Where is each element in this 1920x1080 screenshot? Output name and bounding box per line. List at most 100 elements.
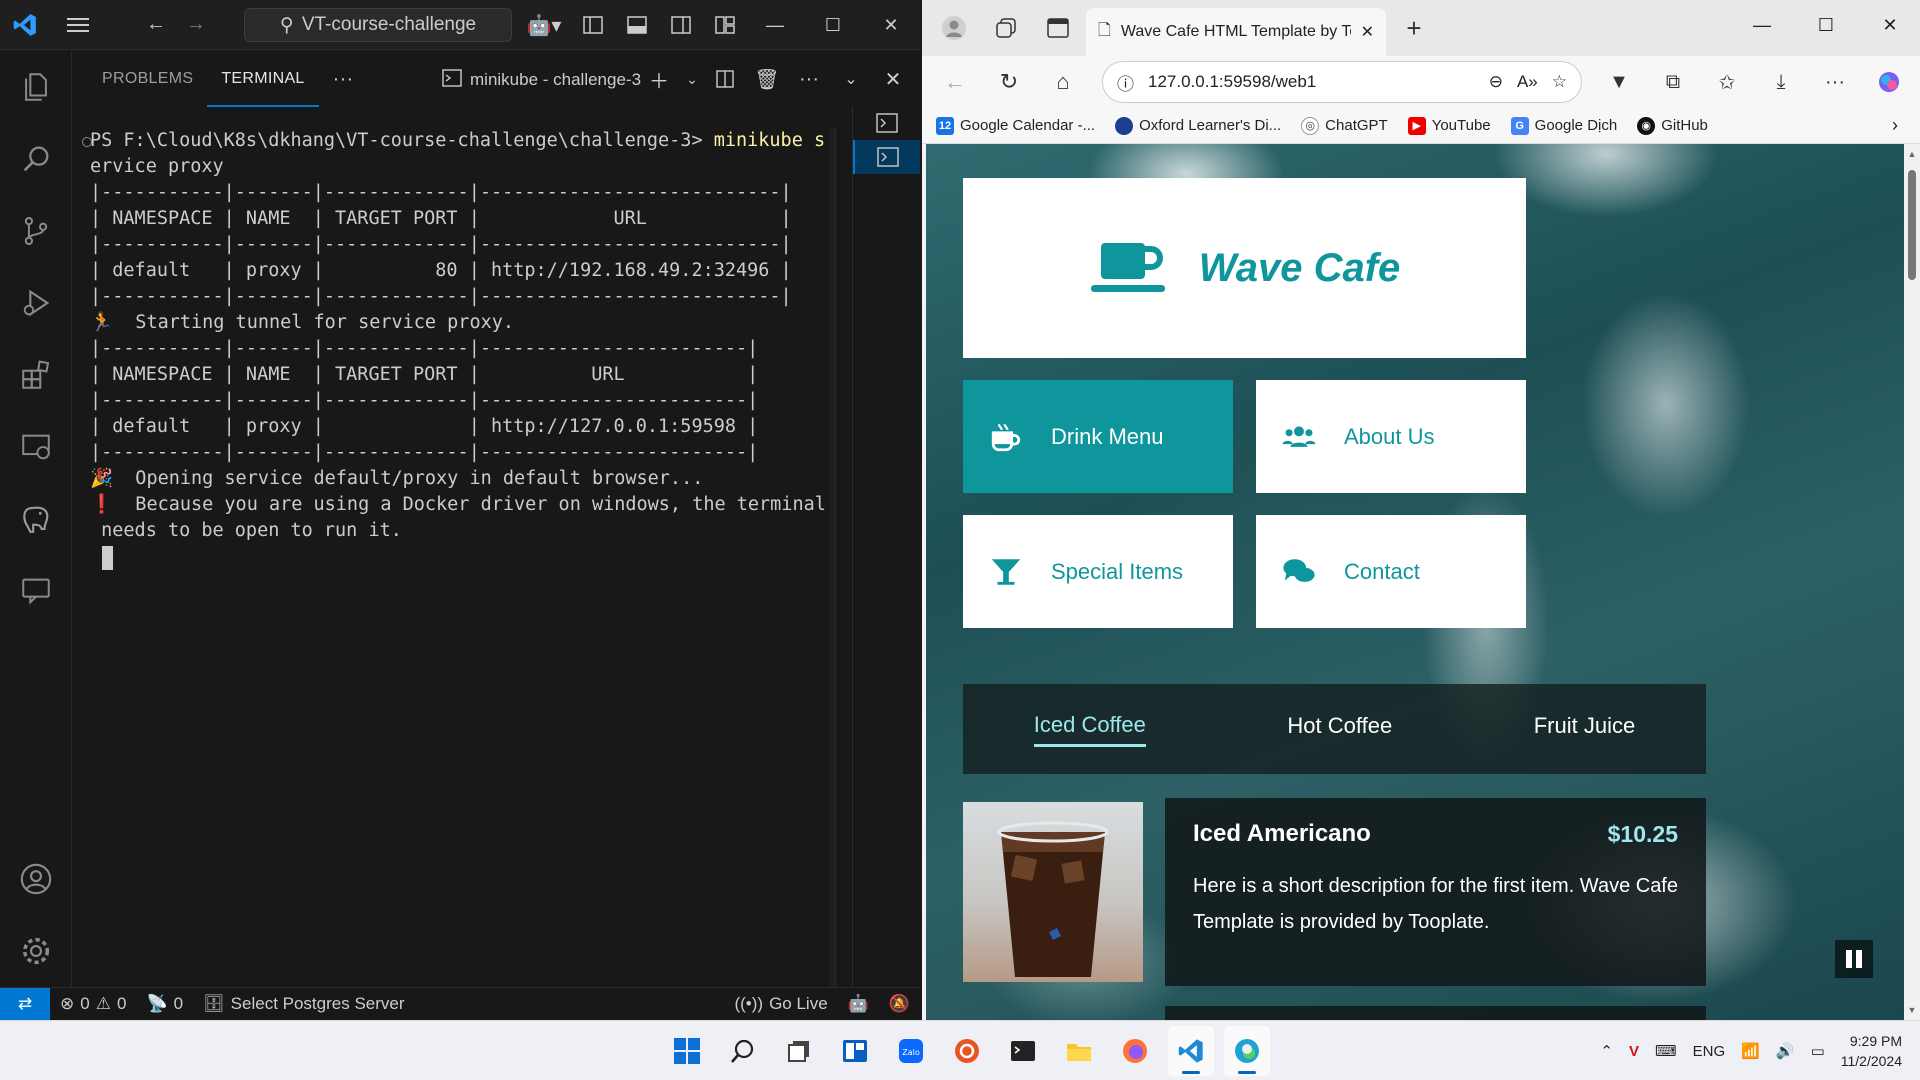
page-scrollbar[interactable]: ▲ ▼ bbox=[1904, 144, 1920, 1020]
remote-indicator-icon[interactable]: ⇄ bbox=[0, 987, 50, 1021]
minimize-icon[interactable]: — bbox=[1730, 0, 1794, 50]
forward-arrow-icon[interactable]: → bbox=[176, 0, 216, 50]
task-view-icon[interactable] bbox=[776, 1026, 822, 1076]
home-icon[interactable]: ⌂ bbox=[1036, 56, 1090, 108]
scroll-up-icon[interactable]: ▲ bbox=[1904, 146, 1920, 162]
wifi-icon[interactable]: 📶 bbox=[1741, 1042, 1760, 1060]
problems-status[interactable]: ⊗ 0 ⚠ 0 bbox=[50, 988, 136, 1021]
nav-contact[interactable]: Contact bbox=[1256, 515, 1526, 628]
remote-explorer-icon[interactable] bbox=[0, 411, 72, 483]
copilot-status-icon[interactable]: 🤖 bbox=[838, 988, 879, 1021]
scroll-down-icon[interactable]: ▼ bbox=[1904, 1002, 1920, 1018]
firefox-icon[interactable] bbox=[1112, 1026, 1158, 1076]
workspaces-icon[interactable] bbox=[980, 0, 1032, 56]
terminal-scrollbar[interactable] bbox=[830, 128, 836, 988]
zoom-icon[interactable]: ⊖ bbox=[1489, 72, 1503, 92]
file-explorer-icon[interactable] bbox=[1056, 1026, 1102, 1076]
back-arrow-icon[interactable]: ← bbox=[928, 56, 982, 108]
start-windows-icon[interactable] bbox=[664, 1026, 710, 1076]
postgres-elephant-icon[interactable] bbox=[0, 483, 72, 555]
bookmark-github[interactable]: ◉ GitHub bbox=[1637, 116, 1708, 135]
search-icon[interactable] bbox=[720, 1026, 766, 1076]
browser-tab-active[interactable]: 🗋 Wave Cafe HTML Template by Tooplate ✕ bbox=[1086, 8, 1386, 56]
new-terminal-plus-icon[interactable]: ＋ bbox=[640, 61, 678, 97]
tab-fruit-juice[interactable]: Fruit Juice bbox=[1534, 713, 1635, 745]
run-debug-icon[interactable] bbox=[0, 267, 72, 339]
explorer-icon[interactable] bbox=[0, 51, 72, 123]
source-control-icon[interactable] bbox=[0, 195, 72, 267]
chevron-down-icon[interactable]: ⌄ bbox=[832, 61, 870, 97]
postgres-status[interactable]: 🗄 Select Postgres Server bbox=[193, 988, 414, 1021]
terminal-selector[interactable]: minikube - challenge-3 bbox=[442, 65, 641, 95]
tab-iced-coffee[interactable]: Iced Coffee bbox=[1033, 712, 1146, 747]
read-aloud-icon[interactable]: A» bbox=[1517, 72, 1538, 92]
toggle-sidebar-icon[interactable] bbox=[574, 0, 612, 50]
terminal-output[interactable]: PS F:\Cloud\K8s\dkhang\VT-course-challen… bbox=[90, 128, 834, 988]
toggle-panel-icon[interactable] bbox=[618, 0, 656, 50]
extensions-icon[interactable] bbox=[0, 339, 72, 411]
nav-drink-menu[interactable]: Drink Menu bbox=[963, 380, 1233, 493]
command-center-search[interactable]: ⚲ VT-course-challenge bbox=[244, 8, 512, 42]
address-bar[interactable]: ⓘ 127.0.0.1:59598/web1 ⊖ A» ☆ bbox=[1102, 61, 1582, 103]
close-panel-icon[interactable]: ✕ bbox=[874, 61, 912, 97]
chevron-up-icon[interactable]: ⌃ bbox=[1600, 1042, 1613, 1060]
customize-layout-icon[interactable] bbox=[706, 0, 744, 50]
battery-icon[interactable]: ▭ bbox=[1811, 1042, 1825, 1060]
menu-icon[interactable] bbox=[58, 0, 98, 50]
new-tab-plus-icon[interactable]: + bbox=[1394, 8, 1434, 48]
site-logo[interactable]: Wave Cafe bbox=[963, 178, 1526, 358]
bookmark-chatgpt[interactable]: ◎ ChatGPT bbox=[1301, 116, 1388, 135]
tab-hot-coffee[interactable]: Hot Coffee bbox=[1287, 713, 1392, 745]
toggle-secondary-sidebar-icon[interactable] bbox=[662, 0, 700, 50]
back-arrow-icon[interactable]: ← bbox=[136, 0, 176, 50]
vscode-taskbar-icon[interactable] bbox=[1168, 1026, 1214, 1076]
close-icon[interactable]: ✕ bbox=[862, 0, 920, 50]
scroll-thumb[interactable] bbox=[1908, 170, 1916, 280]
close-icon[interactable]: ✕ bbox=[1858, 0, 1920, 50]
split-terminal-icon[interactable] bbox=[706, 61, 744, 97]
chevron-right-icon[interactable]: › bbox=[1892, 115, 1898, 136]
vivaldi-tray-icon[interactable]: V bbox=[1629, 1043, 1639, 1060]
tab-terminal[interactable]: TERMINAL bbox=[207, 67, 319, 107]
language-indicator[interactable]: ENG bbox=[1693, 1043, 1726, 1060]
nav-about-us[interactable]: About Us bbox=[1256, 380, 1526, 493]
clock[interactable]: 9:29 PM 11/2/2024 bbox=[1841, 1031, 1902, 1071]
chat-feedback-icon[interactable] bbox=[0, 555, 72, 627]
close-tab-icon[interactable]: ✕ bbox=[1361, 22, 1374, 42]
copilot-icon[interactable]: 🤖▾ bbox=[520, 0, 568, 50]
go-live-status[interactable]: ((•)) Go Live bbox=[724, 988, 837, 1021]
bookmark-oxford[interactable]: Oxford Learner's Di... bbox=[1115, 116, 1281, 135]
maximize-icon[interactable]: ☐ bbox=[1794, 0, 1858, 50]
tab-problems[interactable]: PROBLEMS bbox=[88, 51, 207, 107]
ports-status[interactable]: 📡 0 bbox=[136, 988, 193, 1021]
terminal-icon[interactable] bbox=[1000, 1026, 1046, 1076]
zalo-icon[interactable]: Zalo bbox=[888, 1026, 934, 1076]
terminal-instance-icon[interactable] bbox=[853, 106, 921, 140]
panel-more-button[interactable]: ··· bbox=[319, 51, 368, 107]
copilot-icon[interactable] bbox=[1862, 56, 1916, 108]
extensions-puzzle-icon[interactable]: ⧉ bbox=[1646, 56, 1700, 108]
bookmark-google-translate[interactable]: G Google Dịch bbox=[1510, 116, 1617, 135]
chevron-down-icon[interactable]: ⌄ bbox=[682, 61, 702, 97]
account-icon[interactable] bbox=[0, 843, 72, 915]
favorite-star-icon[interactable]: ☆ bbox=[1552, 72, 1567, 92]
minimize-icon[interactable]: — bbox=[746, 0, 804, 50]
maximize-icon[interactable]: ☐ bbox=[804, 0, 862, 50]
profile-avatar-icon[interactable] bbox=[928, 0, 980, 56]
widgets-icon[interactable] bbox=[832, 1026, 878, 1076]
edge-taskbar-icon[interactable] bbox=[1224, 1026, 1270, 1076]
nav-special-items[interactable]: Special Items bbox=[963, 515, 1233, 628]
settings-more-icon[interactable]: ··· bbox=[1808, 56, 1862, 108]
settings-gear-icon[interactable] bbox=[0, 915, 72, 987]
terminal-instance-icon[interactable] bbox=[853, 140, 921, 174]
search-icon[interactable] bbox=[0, 123, 72, 195]
vivaldi-extension-icon[interactable]: ▼ bbox=[1592, 56, 1646, 108]
bookmark-google-calendar[interactable]: 12 Google Calendar -... bbox=[936, 116, 1095, 135]
trash-icon[interactable]: 🗑 bbox=[748, 61, 786, 97]
vertical-tabs-icon[interactable] bbox=[1032, 0, 1084, 56]
bookmark-youtube[interactable]: ▶ YouTube bbox=[1407, 116, 1491, 135]
more-actions-icon[interactable]: ··· bbox=[790, 61, 828, 97]
info-icon[interactable]: ⓘ bbox=[1117, 70, 1134, 95]
video-pause-button[interactable] bbox=[1835, 940, 1873, 978]
notifications-bell-icon[interactable]: 🔕 bbox=[879, 988, 920, 1021]
